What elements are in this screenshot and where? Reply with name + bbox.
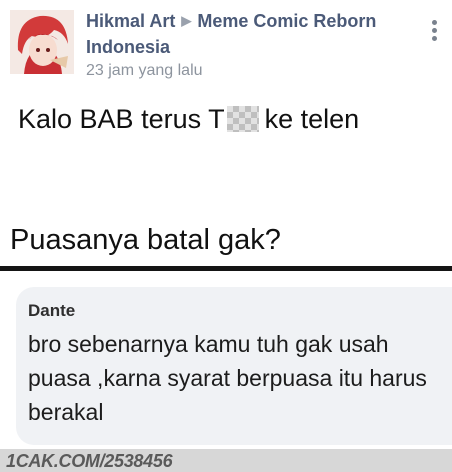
watermark-bar: 1CAK.COM/2538456 (0, 449, 452, 472)
post-text-before-censor: Kalo BAB terus T (18, 104, 225, 134)
author-name-link[interactable]: Hikmal Art (86, 11, 175, 31)
post-author-line: Hikmal Art ▶ Meme Comic Reborn Indonesia (86, 9, 416, 59)
avatar-illustration (10, 10, 74, 74)
divider (0, 266, 452, 271)
censor-pixelation (226, 106, 259, 132)
more-options-icon[interactable] (430, 20, 438, 44)
avatar[interactable] (10, 10, 74, 74)
post-text-line2: Puasanya batal gak? (10, 224, 281, 256)
comment-body: bro sebenarnya kamu tuh gak usah puasa ,… (28, 331, 427, 425)
watermark-text: 1CAK.COM/2538456 (6, 451, 173, 471)
post-timestamp[interactable]: 23 jam yang lalu (86, 61, 203, 81)
post-text-after-censor: ke telen (264, 104, 360, 134)
comment-author-name[interactable]: Dante (28, 301, 75, 321)
comment-bubble: Dante bro sebenarnya kamu tuh gak usah p… (16, 287, 452, 445)
arrow-right-icon: ▶ (181, 13, 192, 28)
post-text-line1: Kalo BAB terus T ke telen (18, 104, 359, 135)
post-header: Hikmal Art ▶ Meme Comic Reborn Indonesia 2… (0, 0, 452, 90)
